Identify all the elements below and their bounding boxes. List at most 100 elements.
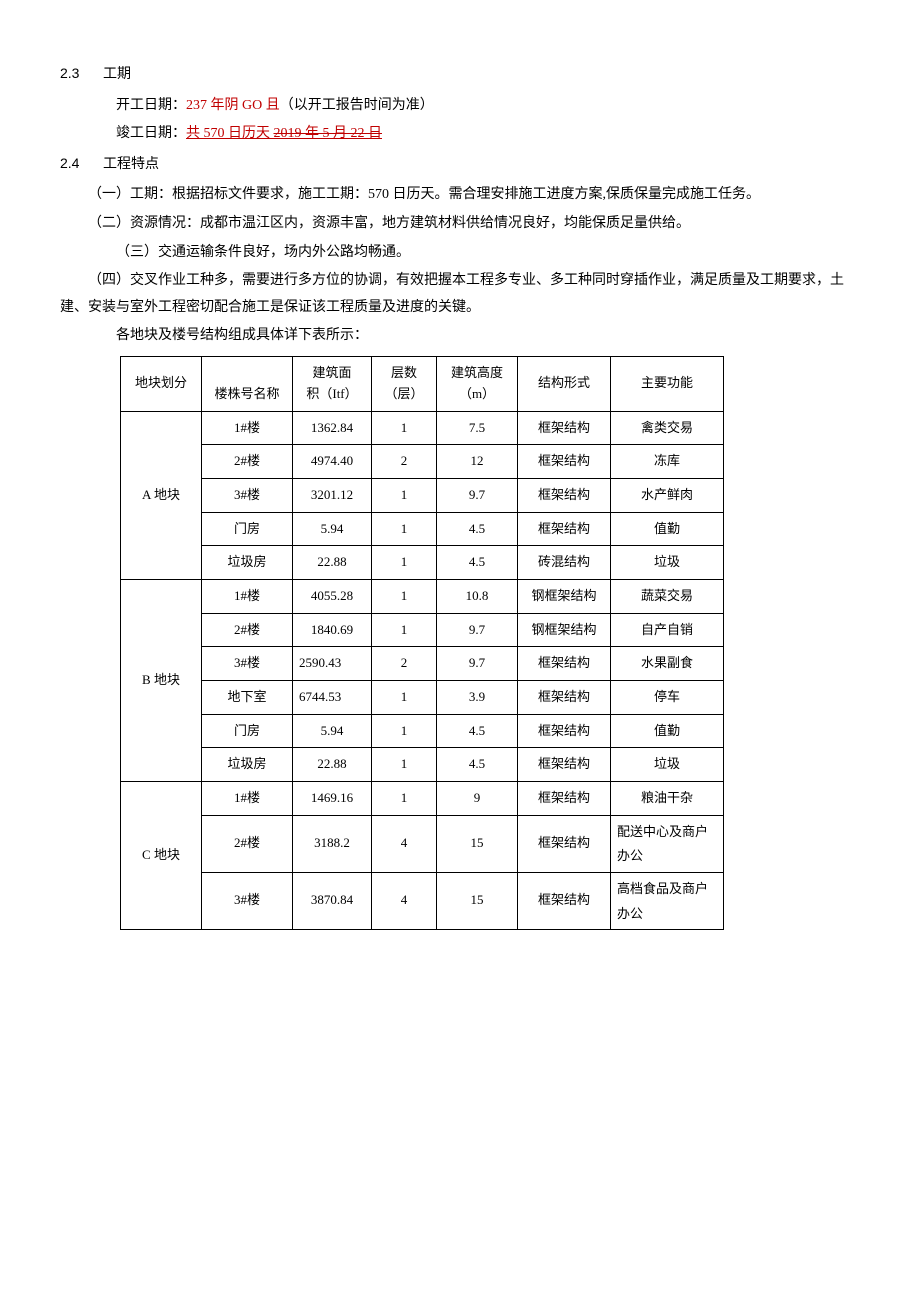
table-row: B 地块 1#楼 4055.28 1 10.8 钢框架结构 蔬菜交易 (121, 579, 724, 613)
table-row: 3#楼 3870.84 4 15 框架结构 高档食品及商户办公 (121, 872, 724, 929)
table-row: 门房 5.94 1 4.5 框架结构 值勤 (121, 512, 724, 546)
cell-struct: 框架结构 (518, 647, 611, 681)
cell-struct: 框架结构 (518, 815, 611, 872)
section-2-3-number: 2.3 (60, 65, 79, 81)
th-area-l1: 建筑面 (312, 365, 351, 380)
cell-struct: 框架结构 (518, 748, 611, 782)
start-date-suffix: （以开工报告时间为准） (280, 98, 434, 113)
end-date-struck: 2019 年 5 月 22 日 (274, 126, 383, 141)
cell-name: 1#楼 (202, 579, 293, 613)
cell-func: 垃圾 (611, 546, 724, 580)
cell-name: 3#楼 (202, 647, 293, 681)
cell-name: 垃圾房 (202, 546, 293, 580)
cell-struct: 钢框架结构 (518, 579, 611, 613)
end-date-label: 竣工日期： (116, 126, 186, 141)
table-row: A 地块 1#楼 1362.84 1 7.5 框架结构 禽类交易 (121, 411, 724, 445)
cell-area: 4055.28 (293, 579, 372, 613)
cell-floors: 1 (372, 714, 437, 748)
table-row: 3#楼 2590.43 2 9.7 框架结构 水果副食 (121, 647, 724, 681)
cell-height: 9 (437, 782, 518, 816)
cell-height: 9.7 (437, 613, 518, 647)
cell-struct: 框架结构 (518, 714, 611, 748)
cell-block-c: C 地块 (121, 782, 202, 930)
section-2-3-title: 工期 (103, 67, 131, 82)
cell-height: 12 (437, 445, 518, 479)
cell-func: 自产自销 (611, 613, 724, 647)
table-row: 2#楼 1840.69 1 9.7 钢框架结构 自产自销 (121, 613, 724, 647)
cell-struct: 框架结构 (518, 445, 611, 479)
table-intro: 各地块及楼号结构组成具体详下表所示： (60, 323, 860, 350)
cell-area: 5.94 (293, 512, 372, 546)
cell-name: 2#楼 (202, 613, 293, 647)
section-2-3-heading: 2.3 工期 (60, 60, 860, 89)
th-func: 主要功能 (611, 356, 724, 411)
cell-func: 垃圾 (611, 748, 724, 782)
th-name: 楼株号名称 (202, 356, 293, 411)
start-date-value: 237 年阴 GO 且 (186, 98, 280, 113)
cell-name: 垃圾房 (202, 748, 293, 782)
cell-func: 停车 (611, 681, 724, 715)
feature-para-1: （一）工期：根据招标文件要求，施工工期：570 日历天。需合理安排施工进度方案,… (60, 182, 860, 209)
cell-name: 2#楼 (202, 815, 293, 872)
cell-area: 3188.2 (293, 815, 372, 872)
cell-name: 2#楼 (202, 445, 293, 479)
cell-name: 门房 (202, 714, 293, 748)
th-height-l2: （m） (459, 386, 495, 401)
structure-table: 地块划分 楼株号名称 建筑面 积（Itf） 层数 （层） 建筑高度 （m） 结构… (120, 356, 724, 930)
th-area: 建筑面 积（Itf） (293, 356, 372, 411)
feature-para-2: （二）资源情况：成都市温江区内，资源丰富，地方建筑材料供给情况良好，均能保质足量… (60, 211, 860, 238)
section-2-4-heading: 2.4 工程特点 (60, 150, 860, 179)
cell-floors: 4 (372, 872, 437, 929)
cell-func: 值勤 (611, 512, 724, 546)
cell-height: 15 (437, 872, 518, 929)
table-row: 2#楼 4974.40 2 12 框架结构 冻库 (121, 445, 724, 479)
cell-name: 地下室 (202, 681, 293, 715)
start-date-label: 开工日期： (116, 98, 186, 113)
cell-height: 9.7 (437, 478, 518, 512)
th-floors-l1: 层数 (391, 365, 417, 380)
feature-para-4: （四）交叉作业工种多，需要进行多方位的协调，有效把握本工程多专业、多工种同时穿插… (60, 268, 860, 321)
cell-struct: 框架结构 (518, 512, 611, 546)
cell-height: 7.5 (437, 411, 518, 445)
start-date-line: 开工日期：237 年阴 GO 且（以开工报告时间为准） (60, 93, 860, 120)
cell-func: 禽类交易 (611, 411, 724, 445)
cell-name: 3#楼 (202, 872, 293, 929)
cell-height: 9.7 (437, 647, 518, 681)
cell-block-a: A 地块 (121, 411, 202, 579)
cell-area: 2590.43 (293, 647, 372, 681)
cell-floors: 1 (372, 478, 437, 512)
cell-func: 值勤 (611, 714, 724, 748)
cell-area: 1362.84 (293, 411, 372, 445)
cell-area: 1469.16 (293, 782, 372, 816)
cell-struct: 框架结构 (518, 411, 611, 445)
cell-floors: 1 (372, 546, 437, 580)
feature-para-3: （三）交通运输条件良好，场内外公路均畅通。 (60, 240, 860, 267)
cell-func: 水果副食 (611, 647, 724, 681)
cell-name: 3#楼 (202, 478, 293, 512)
cell-area: 5.94 (293, 714, 372, 748)
cell-name: 1#楼 (202, 411, 293, 445)
cell-area: 22.88 (293, 546, 372, 580)
cell-height: 15 (437, 815, 518, 872)
cell-floors: 2 (372, 647, 437, 681)
cell-floors: 1 (372, 681, 437, 715)
cell-floors: 4 (372, 815, 437, 872)
cell-height: 10.8 (437, 579, 518, 613)
cell-floors: 1 (372, 411, 437, 445)
cell-area: 4974.40 (293, 445, 372, 479)
cell-area: 22.88 (293, 748, 372, 782)
section-2-4-title: 工程特点 (103, 157, 159, 172)
cell-height: 4.5 (437, 512, 518, 546)
table-row: C 地块 1#楼 1469.16 1 9 框架结构 粮油干杂 (121, 782, 724, 816)
cell-struct: 框架结构 (518, 681, 611, 715)
table-header-row: 地块划分 楼株号名称 建筑面 积（Itf） 层数 （层） 建筑高度 （m） 结构… (121, 356, 724, 411)
cell-func: 粮油干杂 (611, 782, 724, 816)
th-floors: 层数 （层） (372, 356, 437, 411)
table-row: 地下室 6744.53 1 3.9 框架结构 停车 (121, 681, 724, 715)
cell-floors: 1 (372, 782, 437, 816)
cell-height: 3.9 (437, 681, 518, 715)
cell-floors: 1 (372, 613, 437, 647)
cell-func: 水产鲜肉 (611, 478, 724, 512)
cell-height: 4.5 (437, 748, 518, 782)
th-area-l2: 积（Itf） (306, 386, 357, 401)
